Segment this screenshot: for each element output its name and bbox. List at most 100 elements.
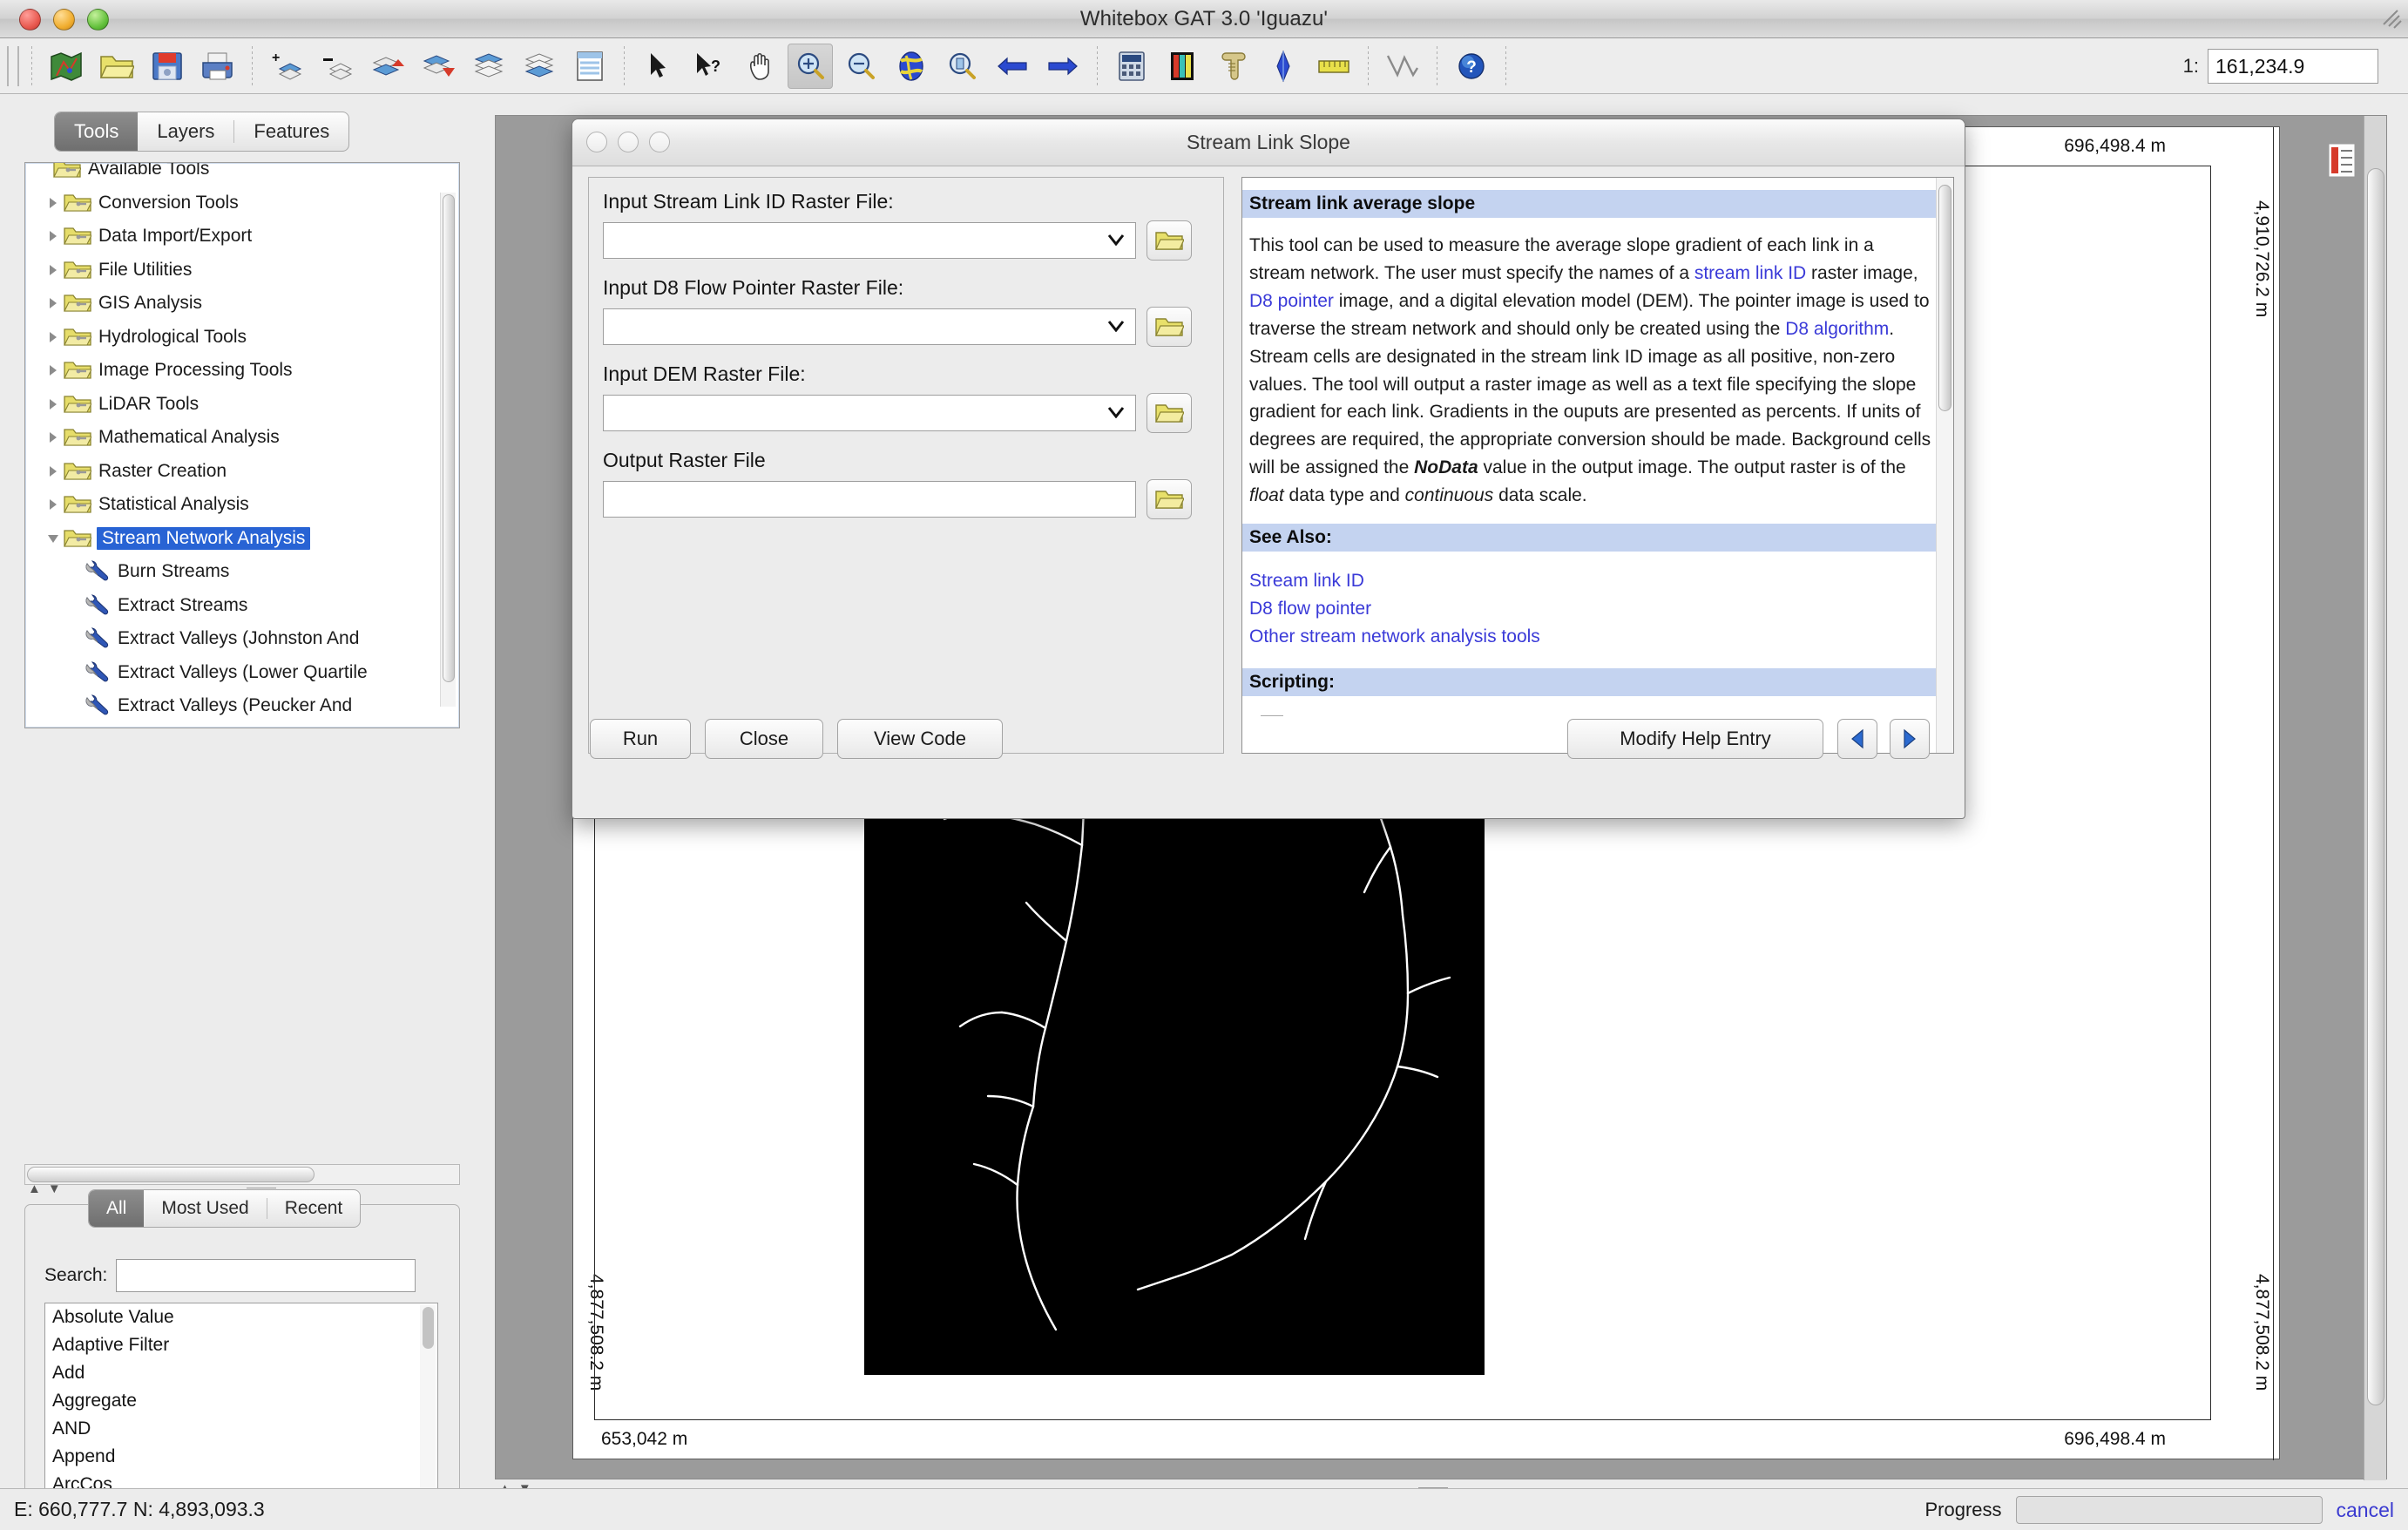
tree-tool-item[interactable]: Extract Streams <box>25 589 459 623</box>
tree-tool-item[interactable]: Extract Valleys (Peucker And <box>25 689 459 723</box>
zoom-full-extent-icon[interactable] <box>889 44 934 89</box>
dialog-minimize-button[interactable] <box>618 132 639 152</box>
stream-link-id-browse-button[interactable] <box>1147 220 1192 261</box>
previous-arrow-icon[interactable] <box>1837 719 1877 759</box>
save-icon[interactable] <box>145 44 190 89</box>
see-also-link[interactable]: D8 flow pointer <box>1249 595 1946 623</box>
chevron-right-icon[interactable] <box>43 362 64 378</box>
results-vertical-scrollbar[interactable] <box>420 1305 436 1495</box>
see-also-link[interactable]: Stream link ID <box>1249 567 1946 595</box>
zoom-out-icon[interactable] <box>838 44 883 89</box>
chevron-right-icon[interactable] <box>43 396 64 412</box>
list-item[interactable]: Absolute Value <box>45 1303 437 1331</box>
toolbar-drag-grip[interactable] <box>7 45 19 86</box>
north-arrow-icon[interactable] <box>1261 44 1306 89</box>
view-code-button[interactable]: View Code <box>837 719 1003 759</box>
modify-help-entry-button[interactable]: Modify Help Entry <box>1567 719 1823 759</box>
tab-features[interactable]: Features <box>234 112 348 151</box>
search-input[interactable] <box>116 1259 416 1292</box>
d8-flow-pointer-combo[interactable] <box>603 308 1136 345</box>
select-info-icon[interactable]: ? <box>687 44 732 89</box>
stream-link-id-combo[interactable] <box>603 222 1136 259</box>
legend-icon[interactable] <box>2327 142 2357 179</box>
close-window-button[interactable] <box>19 9 41 30</box>
zoom-to-layer-icon[interactable] <box>939 44 984 89</box>
results-scrollbar-thumb[interactable] <box>423 1307 434 1349</box>
help-inline-link[interactable]: stream link ID <box>1694 263 1806 283</box>
chevron-right-icon[interactable] <box>43 497 64 512</box>
tree-folder-item[interactable]: Data Import/Export <box>25 220 459 254</box>
help-scrollbar-thumb[interactable] <box>1938 185 1951 411</box>
tree-tool-item[interactable]: Extract Valleys (Johnston And <box>25 622 459 656</box>
help-vertical-scrollbar[interactable] <box>1936 178 1953 753</box>
tab-most-used[interactable]: Most Used <box>144 1190 266 1227</box>
list-item[interactable]: Add <box>45 1359 437 1387</box>
next-arrow-icon[interactable] <box>1890 719 1930 759</box>
dialog-close-button[interactable] <box>586 132 607 152</box>
search-results-list[interactable]: Absolute Value Adaptive Filter Add Aggregat… <box>44 1303 438 1496</box>
new-map-icon[interactable] <box>44 44 89 89</box>
help-icon[interactable]: ? <box>1449 44 1494 89</box>
tree-folder-item[interactable]: Mathematical Analysis <box>25 421 459 455</box>
tree-folder-item[interactable]: Image Processing Tools <box>25 354 459 388</box>
chevron-right-icon[interactable] <box>43 329 64 345</box>
output-raster-browse-button[interactable] <box>1147 479 1192 519</box>
map-vertical-scrollbar[interactable] <box>2364 116 2386 1480</box>
tab-layers[interactable]: Layers <box>138 112 233 151</box>
chevron-right-icon[interactable] <box>43 464 64 479</box>
next-extent-icon[interactable] <box>1040 44 1086 89</box>
tree-folder-item[interactable]: GIS Analysis <box>25 287 459 321</box>
tree-tool-item[interactable]: Extract Valleys (Lower Quartile <box>25 656 459 690</box>
see-also-link[interactable]: Other stream network analysis tools <box>1249 623 1946 651</box>
tree-folder-item[interactable]: File Utilities <box>25 254 459 288</box>
tree-tool-item[interactable]: Find Main Stem <box>25 723 459 728</box>
output-raster-input[interactable] <box>603 481 1136 518</box>
tree-folder-item[interactable]: LiDAR Tools <box>25 388 459 422</box>
tab-tools[interactable]: Tools <box>55 112 139 151</box>
tools-tree[interactable]: Available Tools Conversion Tools Data Impo… <box>24 162 460 728</box>
minimize-window-button[interactable] <box>53 9 75 30</box>
dem-raster-combo[interactable] <box>603 395 1136 431</box>
tab-all[interactable]: All <box>89 1190 145 1227</box>
run-button[interactable]: Run <box>590 719 691 759</box>
list-item[interactable]: Aggregate <box>45 1387 437 1415</box>
raise-layer-icon[interactable] <box>365 44 410 89</box>
tree-folder-item[interactable]: Stream Network Analysis <box>25 522 459 556</box>
chevron-right-icon[interactable] <box>43 262 64 278</box>
list-item[interactable]: AND <box>45 1415 437 1443</box>
remove-layer-icon[interactable] <box>315 44 360 89</box>
tree-folder-item[interactable]: Raster Creation <box>25 455 459 489</box>
tree-folder-item[interactable]: Statistical Analysis <box>25 488 459 522</box>
layer-to-bottom-icon[interactable] <box>517 44 562 89</box>
tab-recent[interactable]: Recent <box>267 1190 361 1227</box>
palette-icon[interactable] <box>1160 44 1205 89</box>
calculator-icon[interactable] <box>1109 44 1154 89</box>
cancel-button[interactable]: cancel <box>2337 1499 2394 1522</box>
attribute-table-icon[interactable] <box>567 44 612 89</box>
list-item[interactable]: Adaptive Filter <box>45 1331 437 1359</box>
chevron-right-icon[interactable] <box>43 228 64 244</box>
pan-hand-icon[interactable] <box>737 44 782 89</box>
close-button[interactable]: Close <box>705 719 823 759</box>
add-layer-icon[interactable]: + <box>264 44 309 89</box>
tree-tool-item[interactable]: Burn Streams <box>25 555 459 589</box>
tree-folder-item[interactable]: Available Tools <box>25 163 459 186</box>
previous-extent-icon[interactable] <box>990 44 1035 89</box>
dialog-help-panel[interactable]: Stream link average slope This tool can … <box>1241 177 1954 754</box>
help-inline-link[interactable]: D8 pointer <box>1249 291 1334 311</box>
d8-flow-pointer-browse-button[interactable] <box>1147 307 1192 347</box>
list-item[interactable]: Append <box>45 1443 437 1471</box>
measure-distance-icon[interactable] <box>1380 44 1425 89</box>
layer-to-top-icon[interactable] <box>466 44 511 89</box>
maximize-window-button[interactable] <box>87 9 109 30</box>
help-inline-link[interactable]: D8 algorithm <box>1785 319 1889 339</box>
zoom-in-icon[interactable] <box>788 43 833 89</box>
dem-raster-browse-button[interactable] <box>1147 393 1192 433</box>
scale-input[interactable]: 161,234.9 <box>2208 49 2378 84</box>
lower-layer-icon[interactable] <box>416 44 461 89</box>
ruler-icon[interactable] <box>1311 44 1356 89</box>
map-scrollbar-thumb[interactable] <box>2367 168 2384 1405</box>
print-icon[interactable] <box>195 44 240 89</box>
chevron-right-icon[interactable] <box>43 195 64 211</box>
tree-vertical-scrollbar[interactable] <box>440 193 456 707</box>
